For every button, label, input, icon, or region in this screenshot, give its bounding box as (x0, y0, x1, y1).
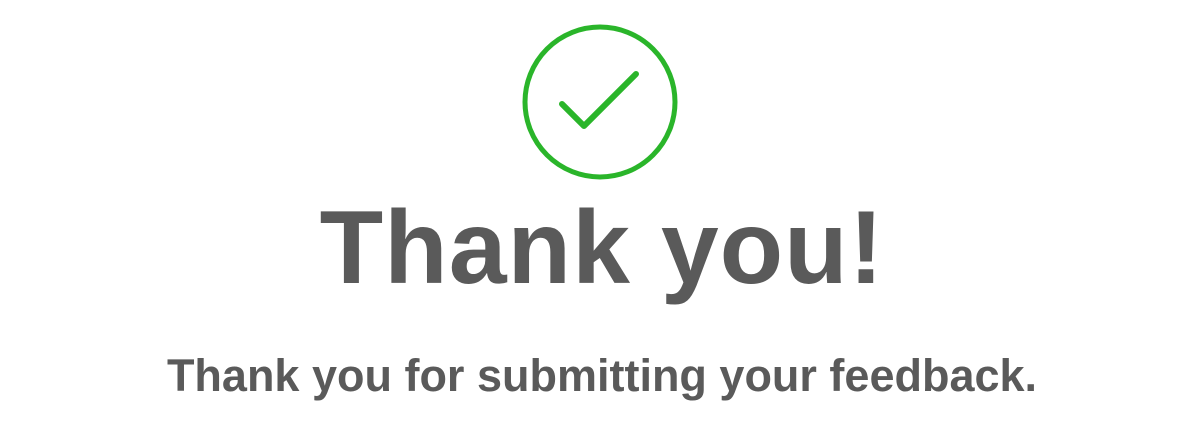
confirmation-message: Thank you for submitting your feedback. (166, 350, 1038, 401)
feedback-confirmation-page: Thank you! Thank you for submitting your… (0, 0, 1204, 435)
check-circle-icon (522, 24, 678, 180)
page-title: Thank you! (319, 190, 885, 306)
